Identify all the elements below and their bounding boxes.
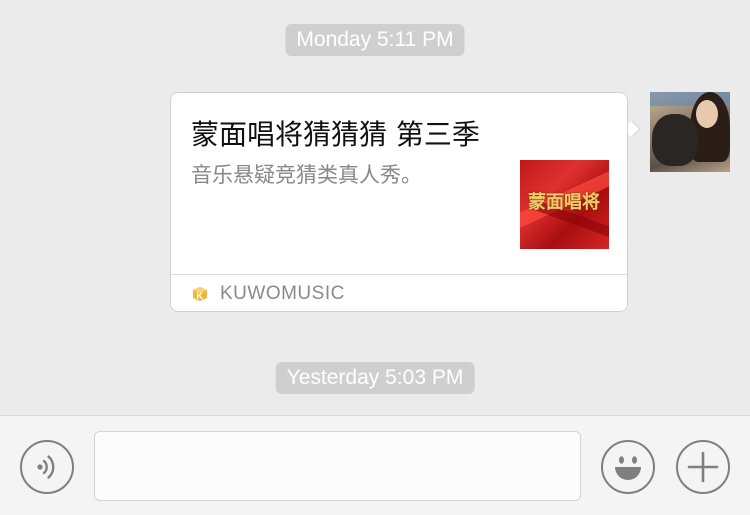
kuwo-logo-icon: K [193, 287, 207, 301]
card-thumbnail: 蒙面唱将 [520, 160, 609, 249]
card-description: 音乐悬疑竞猜类真人秀。 [191, 163, 422, 187]
thumbnail-logo-text: 蒙面唱将 [528, 192, 600, 213]
card-title: 蒙面唱将猜猜猜 第三季 [191, 118, 480, 151]
input-toolbar [0, 415, 750, 515]
message-input[interactable] [94, 431, 581, 501]
card-source-name: KUWOMUSIC [220, 283, 345, 304]
svg-text:K: K [197, 291, 204, 301]
plus-button[interactable] [676, 440, 730, 494]
chat-area: Monday 5:11 PM 蒙面唱将猜猜猜 第三季 音乐悬疑竞猜类真人秀。 蒙… [0, 0, 750, 415]
timestamp-monday: Monday 5:11 PM [285, 24, 465, 56]
voice-button[interactable] [20, 440, 74, 494]
voice-icon [37, 455, 55, 479]
smiley-icon [615, 456, 641, 480]
card-divider [171, 274, 627, 275]
plus-icon [687, 451, 719, 483]
timestamp-yesterday: Yesterday 5:03 PM [275, 362, 475, 394]
avatar[interactable] [650, 92, 730, 172]
emoji-button[interactable] [601, 440, 655, 494]
shared-music-card[interactable]: 蒙面唱将猜猜猜 第三季 音乐悬疑竞猜类真人秀。 蒙面唱将 K KUWOMUSIC [170, 92, 628, 312]
